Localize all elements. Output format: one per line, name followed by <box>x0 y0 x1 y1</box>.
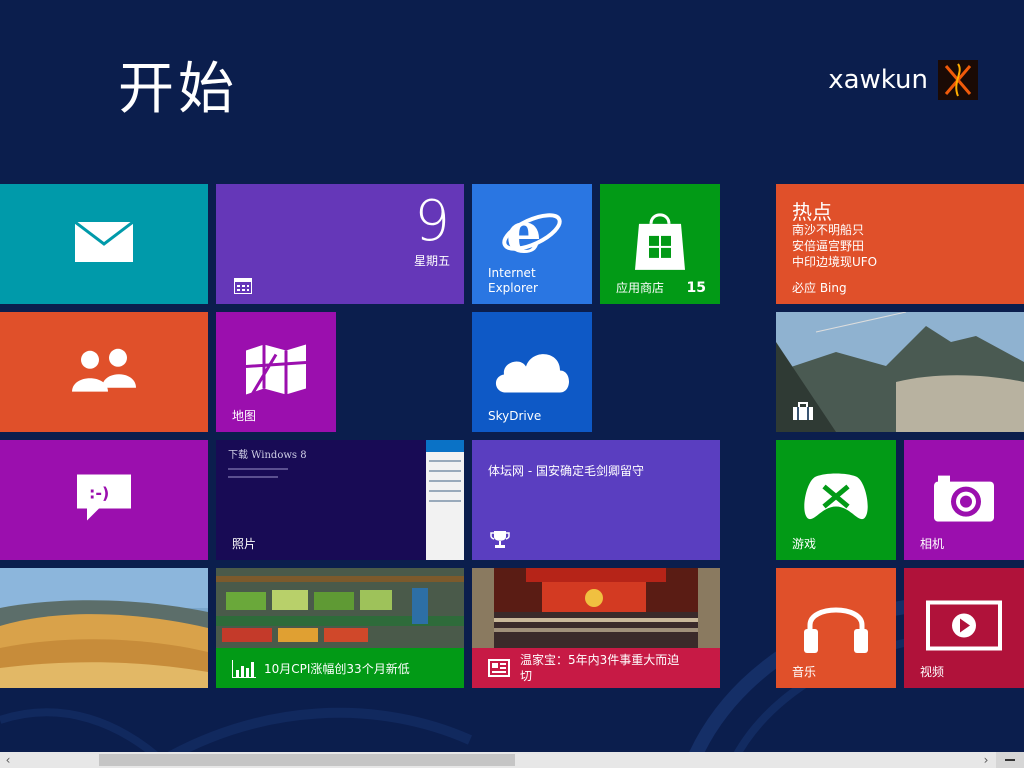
scroll-right-arrow-icon[interactable]: › <box>978 752 994 768</box>
tile-label: SkyDrive <box>488 409 542 423</box>
calendar-day: 9 <box>414 189 450 254</box>
tile-photos[interactable]: 下载 Windows 8 照片 <box>216 440 464 560</box>
maps-icon <box>246 344 306 395</box>
calendar-weekday: 星期五 <box>413 254 450 268</box>
internet-explorer-icon: e <box>502 204 562 260</box>
tile-people[interactable] <box>0 312 208 432</box>
xbox-controller-icon <box>804 473 868 520</box>
tile-maps[interactable]: 地图 <box>216 312 336 432</box>
photos-doc-title: 下载 Windows 8 <box>228 450 307 461</box>
tile-mail[interactable] <box>0 184 208 304</box>
tile-finance[interactable]: 10月CPI涨幅创33个月新低 <box>216 568 464 688</box>
semantic-zoom-button[interactable] <box>996 752 1024 768</box>
tile-label: 地图 <box>232 409 257 423</box>
tile-desktop[interactable] <box>0 568 208 688</box>
finance-market-image <box>216 568 464 648</box>
tile-label: Internet Explorer <box>488 266 538 295</box>
people-icon <box>72 348 136 392</box>
store-update-badge: 15 <box>686 280 706 296</box>
bing-headline-list: 南沙不明船只 安倍逼宫野田 中印边境现UFO <box>792 222 877 270</box>
news-icon <box>488 659 510 677</box>
sports-headline: 体坛网 - 国安确定毛剑卿留守 <box>488 464 644 478</box>
tile-internet-explorer[interactable]: e Internet Explorer <box>472 184 592 304</box>
avatar-icon <box>944 63 972 97</box>
tile-travel[interactable] <box>776 312 1024 432</box>
bing-heading: 热点 <box>792 200 832 224</box>
finance-headline: 10月CPI涨幅创33个月新低 <box>264 662 410 676</box>
svg-text::-): :-) <box>89 484 109 503</box>
news-headline-bar: 温家宝：5年内3件事重大而迫切 <box>472 648 720 688</box>
tile-label: 应用商店 <box>616 281 665 295</box>
bing-headline: 南沙不明船只 <box>792 223 865 237</box>
tile-label: 照片 <box>232 537 257 551</box>
news-photo-image <box>472 568 720 648</box>
bing-headline: 安倍逼宫野田 <box>792 239 865 253</box>
tile-label: 视频 <box>920 665 945 679</box>
finance-headline-bar: 10月CPI涨幅创33个月新低 <box>216 648 464 688</box>
messaging-icon: :-) <box>77 474 131 521</box>
tile-news[interactable]: 温家宝：5年内3件事重大而迫切 <box>472 568 720 688</box>
desktop-landscape-image <box>0 568 208 688</box>
zoom-out-icon <box>1005 759 1015 761</box>
store-bag-icon <box>635 213 685 270</box>
horizontal-scrollbar[interactable]: ‹ › <box>0 752 1024 768</box>
photos-outlook-preview <box>426 440 464 560</box>
start-title: 开始 <box>118 57 238 122</box>
tile-music[interactable]: 音乐 <box>776 568 896 688</box>
tile-bing[interactable]: 热点 南沙不明船只 安倍逼宫野田 中印边境现UFO 必应 Bing <box>776 184 1024 304</box>
finance-chart-icon <box>232 660 256 678</box>
tile-calendar[interactable]: 9 星期五 <box>216 184 464 304</box>
mail-icon <box>75 222 133 262</box>
scroll-thumb[interactable] <box>99 754 515 766</box>
tile-sports[interactable]: 体坛网 - 国安确定毛剑卿留守 <box>472 440 720 560</box>
avatar[interactable] <box>938 60 978 100</box>
scroll-left-arrow-icon[interactable]: ‹ <box>0 752 16 768</box>
tile-skydrive[interactable]: SkyDrive <box>472 312 592 432</box>
tile-label: 必应 Bing <box>792 281 847 295</box>
tile-store[interactable]: 应用商店 15 <box>600 184 720 304</box>
tile-games[interactable]: 游戏 <box>776 440 896 560</box>
tile-label: 游戏 <box>792 537 817 551</box>
tile-messaging[interactable]: :-) <box>0 440 208 560</box>
news-headline: 温家宝：5年内3件事重大而迫切 <box>520 653 680 683</box>
photos-doc-line <box>228 476 278 478</box>
tile-label: 音乐 <box>792 665 817 679</box>
tile-label: 相机 <box>920 537 945 551</box>
user-account[interactable]: xawkun <box>828 60 978 100</box>
skydrive-cloud-icon <box>495 354 569 393</box>
tile-camera[interactable]: 相机 <box>904 440 1024 560</box>
suitcase-icon <box>793 402 813 420</box>
camera-icon <box>934 475 994 522</box>
bing-headline: 中印边境现UFO <box>792 255 878 269</box>
trophy-icon <box>490 531 510 548</box>
photos-doc-line <box>228 468 288 470</box>
tile-video[interactable]: 视频 <box>904 568 1024 688</box>
username: xawkun <box>828 65 928 95</box>
video-play-icon <box>926 600 1002 651</box>
calendar-icon <box>234 278 252 294</box>
headphones-icon <box>804 607 868 653</box>
